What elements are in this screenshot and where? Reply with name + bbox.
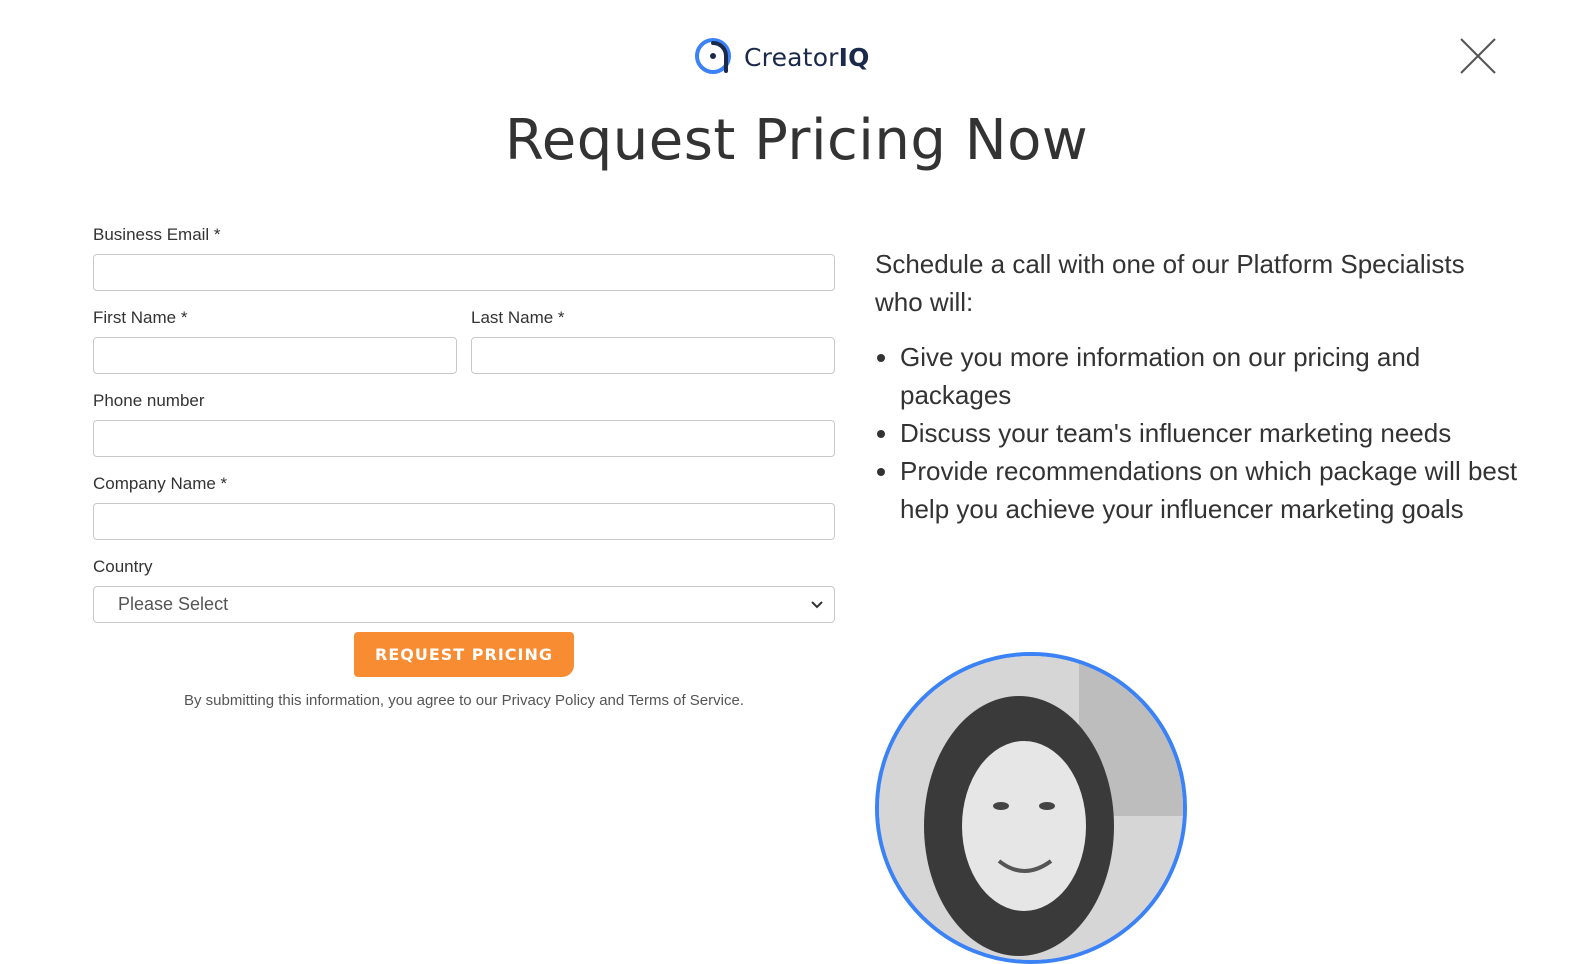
last-name-label: Last Name *: [471, 308, 565, 327]
list-item: Provide recommendations on which package…: [900, 452, 1520, 528]
page-title: Request Pricing Now: [504, 108, 1089, 173]
request-pricing-button[interactable]: REQUEST PRICING: [354, 632, 574, 677]
brand-name: CreatorIQ: [744, 42, 870, 72]
country-selected-value: Please Select: [118, 594, 229, 614]
chevron-down-icon: [811, 601, 823, 609]
privacy-policy-link[interactable]: Privacy Policy: [502, 692, 595, 709]
country-select[interactable]: Please Select: [93, 586, 835, 623]
last-name-field[interactable]: [471, 337, 835, 374]
person-photo-illustration: [879, 656, 1183, 960]
email-label: Business Email *: [93, 225, 221, 244]
brand-logo: CreatorIQ: [694, 36, 870, 78]
company-field[interactable]: [93, 503, 835, 540]
terms-of-service-link[interactable]: Terms of Service: [628, 692, 740, 709]
close-icon[interactable]: [1458, 36, 1498, 76]
first-name-label: First Name *: [93, 308, 188, 327]
legal-notice: By submitting this information, you agre…: [184, 692, 744, 709]
first-name-field[interactable]: [93, 337, 457, 374]
info-intro: Schedule a call with one of our Platform…: [875, 249, 1465, 317]
email-field[interactable]: [93, 254, 835, 291]
pricing-form: Business Email * First Name * Last Name …: [93, 225, 835, 640]
benefits-list: Give you more information on our pricing…: [875, 338, 1520, 528]
phone-label: Phone number: [93, 391, 205, 410]
list-item: Give you more information on our pricing…: [900, 338, 1520, 414]
list-item: Discuss your team's influencer marketing…: [900, 414, 1520, 452]
creatoriq-logo-icon: [695, 38, 731, 74]
specialist-photo: [875, 652, 1187, 964]
country-label: Country: [93, 557, 153, 576]
phone-field[interactable]: [93, 420, 835, 457]
company-label: Company Name *: [93, 474, 228, 493]
